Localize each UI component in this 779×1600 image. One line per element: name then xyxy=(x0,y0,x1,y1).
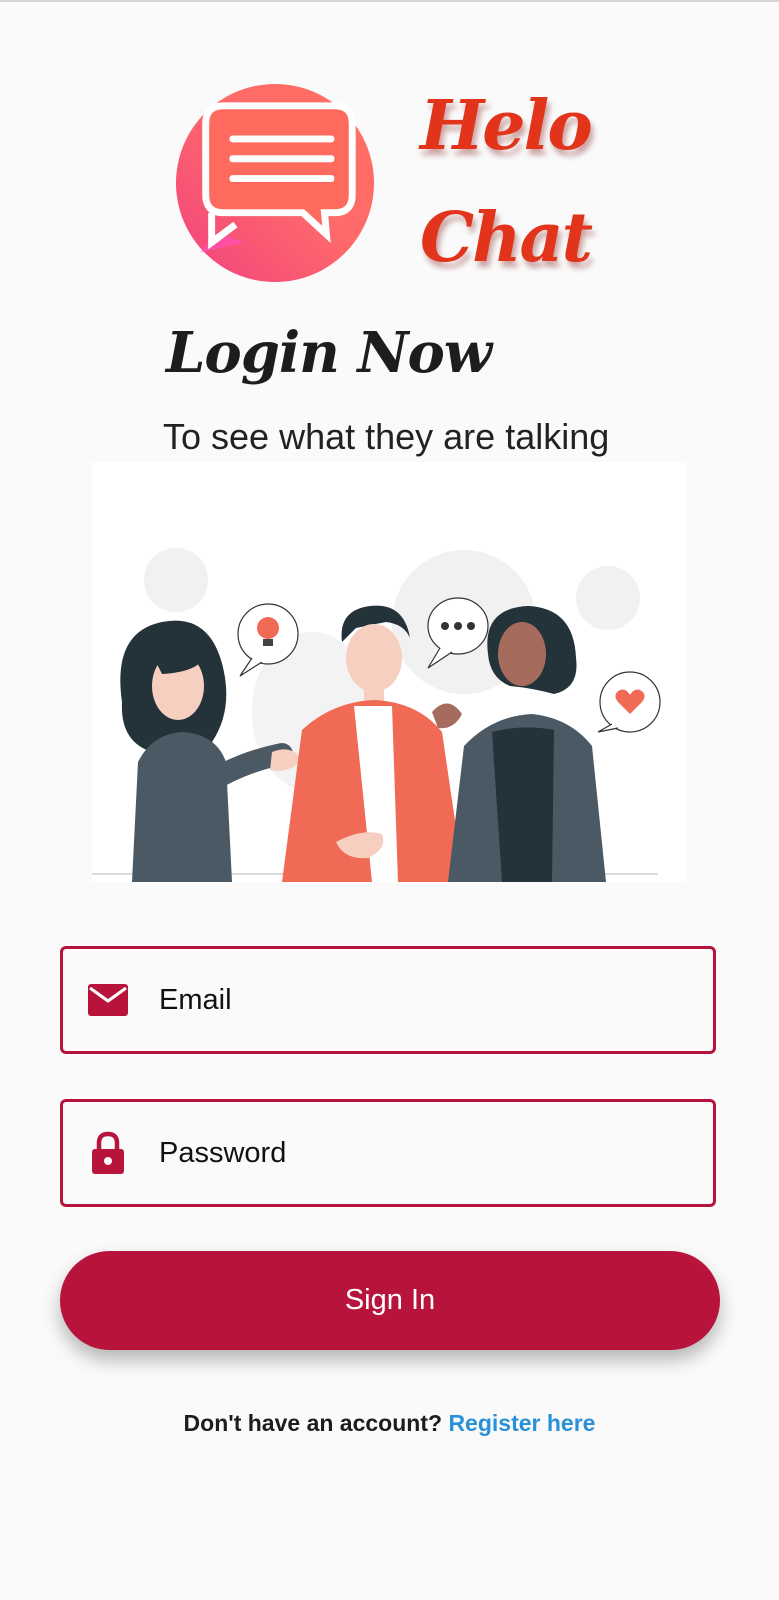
password-field[interactable] xyxy=(60,1099,716,1207)
login-subtitle: To see what they are talking xyxy=(163,416,610,457)
brand-line-2: Chat xyxy=(420,198,593,278)
register-link[interactable]: Register here xyxy=(448,1410,595,1436)
brand-name: Helo Chat xyxy=(420,70,640,294)
password-input[interactable] xyxy=(159,1136,679,1170)
sign-in-button[interactable]: Sign In xyxy=(60,1251,720,1350)
lock-icon xyxy=(87,1131,129,1174)
email-input[interactable] xyxy=(159,983,679,1017)
register-prompt-text: Don't have an account? xyxy=(183,1410,449,1436)
login-title: Login Now xyxy=(166,320,492,386)
chat-bubble-icon xyxy=(176,84,374,282)
status-divider xyxy=(0,0,779,2)
people-talking-illustration xyxy=(92,462,686,882)
mail-icon xyxy=(87,979,129,1021)
register-prompt: Don't have an account? Register here xyxy=(0,1410,779,1437)
brand-line-1: Helo xyxy=(420,86,593,166)
email-field[interactable] xyxy=(60,946,716,1054)
